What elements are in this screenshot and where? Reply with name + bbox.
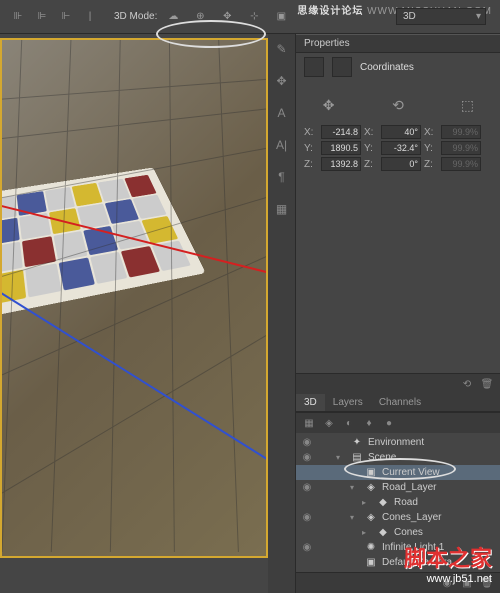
tab-layers[interactable]: Layers	[325, 394, 371, 411]
align-icon-2[interactable]: ⊫	[33, 8, 51, 26]
paragraph-icon[interactable]: ¶	[273, 168, 291, 186]
text-icon[interactable]: A|	[273, 136, 291, 154]
tree-row[interactable]: ◉▾◈Cones_Layer	[296, 510, 500, 525]
camera-icon[interactable]	[304, 57, 324, 77]
tree-row[interactable]: ◉▾▤Scene	[296, 450, 500, 465]
filter-material-icon[interactable]: ◐	[340, 415, 358, 431]
properties-footer: ⟲ 🗑	[296, 373, 500, 394]
align-icon-3[interactable]: ⊩	[57, 8, 75, 26]
tab-channels[interactable]: Channels	[371, 394, 429, 411]
coord-z-rot[interactable]: 0°	[381, 157, 421, 171]
filter-camera-icon[interactable]: ●	[380, 415, 398, 431]
filter-light-icon[interactable]: ♦	[360, 415, 378, 431]
filter-all-icon[interactable]: ▦	[300, 415, 318, 431]
coord-y-rot[interactable]: -32.4°	[381, 141, 421, 155]
divider-icon: |	[81, 8, 99, 26]
properties-panel-tab[interactable]: Properties	[296, 34, 500, 53]
rotate-mode-icon[interactable]: ⟲	[386, 93, 410, 117]
vertical-toolstrip: ✎ ✥ A A| ¶ ▦	[268, 34, 296, 593]
tree-row[interactable]: ▸◆Cones	[296, 525, 500, 540]
mesh-icon[interactable]	[332, 57, 352, 77]
slide-icon[interactable]: ⊹	[245, 8, 263, 26]
tree-row[interactable]: ◉▾◈Road_Layer	[296, 480, 500, 495]
move-icon[interactable]: ✥	[273, 72, 291, 90]
align-icon[interactable]: ⊪	[9, 8, 27, 26]
reset-icon[interactable]: ⟲	[458, 376, 476, 392]
tab-3d[interactable]: 3D	[296, 394, 325, 411]
pan-icon[interactable]: ✥	[218, 8, 236, 26]
coord-y-scl[interactable]: 99.9%	[441, 141, 481, 155]
mode-label: 3D Mode:	[114, 11, 157, 22]
coord-x-pos[interactable]: -214.8	[321, 125, 361, 139]
coord-z-scl[interactable]: 99.9%	[441, 157, 481, 171]
type-icon[interactable]: A	[273, 104, 291, 122]
coord-z-pos[interactable]: 1392.8	[321, 157, 361, 171]
filter-mesh-icon[interactable]: ◈	[320, 415, 338, 431]
coord-x-rot[interactable]: 40°	[381, 125, 421, 139]
scale-icon[interactable]: ▣	[272, 8, 290, 26]
brush-icon[interactable]: ✎	[273, 40, 291, 58]
rotate-icon[interactable]: ⊕	[191, 8, 209, 26]
coord-x-scl[interactable]: 99.9%	[441, 125, 481, 139]
move-mode-icon[interactable]: ✥	[317, 93, 341, 117]
orbit-icon[interactable]: ☁	[164, 8, 182, 26]
coordinates-title: Coordinates	[360, 62, 414, 73]
mode-dropdown[interactable]: 3D	[396, 8, 486, 25]
tree-row[interactable]: ◉✦Environment	[296, 435, 500, 450]
tree-row[interactable]: ▣Current View	[296, 465, 500, 480]
mode-tools-group: ☁ ⊕ ✥ ⊹ ▣	[161, 8, 293, 26]
watermark-bottom: 脚本之家 www.jb51.net	[404, 541, 492, 585]
tree-row[interactable]: ▸◆Road	[296, 495, 500, 510]
scale-mode-icon[interactable]: ⬚	[455, 93, 479, 117]
scene-filter-bar: ▦ ◈ ◐ ♦ ●	[296, 412, 500, 433]
coord-y-pos[interactable]: 1890.5	[321, 141, 361, 155]
trash-icon[interactable]: 🗑	[478, 376, 496, 392]
swatch-icon[interactable]: ▦	[273, 200, 291, 218]
canvas-3d-view[interactable]	[0, 38, 268, 558]
